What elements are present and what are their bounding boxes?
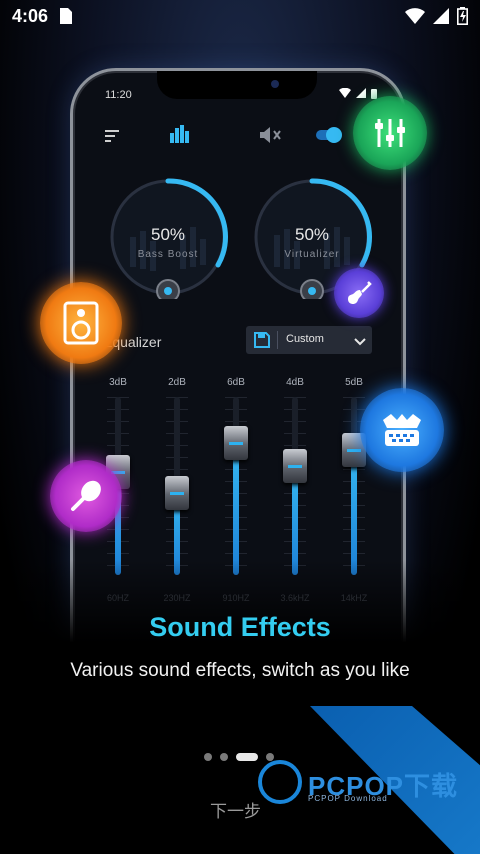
eq-band-fill <box>351 450 357 575</box>
phone-notch <box>157 71 317 99</box>
eq-band-track[interactable] <box>224 397 248 575</box>
battery-icon <box>457 7 468 30</box>
equalizer-icon <box>353 96 427 170</box>
wifi-icon <box>405 8 425 29</box>
sim-card-icon <box>60 8 72 29</box>
page-dot[interactable] <box>220 753 228 761</box>
eq-band-thumb[interactable] <box>165 476 189 510</box>
next-button[interactable]: 下一步 <box>210 797 261 822</box>
virtualizer-value: 50% <box>294 225 330 244</box>
eq-band-db: 4dB <box>286 377 304 388</box>
watermark-logo <box>258 760 302 804</box>
eq-band-db: 5dB <box>345 377 363 388</box>
eq-band-db: 6dB <box>227 377 245 388</box>
phone-status-icons <box>339 88 377 99</box>
save-icon[interactable] <box>254 332 270 353</box>
speaker-icon <box>40 282 122 364</box>
menu-icon[interactable] <box>105 129 119 147</box>
eq-band-track[interactable] <box>283 397 307 575</box>
preset-dropdown[interactable]: Custom <box>246 326 372 354</box>
eq-band-thumb[interactable] <box>224 426 248 460</box>
page-indicator <box>204 753 274 761</box>
preset-divider <box>277 331 278 349</box>
equalizer-tab-icon[interactable] <box>170 125 190 148</box>
page-dot[interactable] <box>266 753 274 761</box>
page-dot[interactable] <box>236 753 258 761</box>
bass-boost-knob[interactable]: 50% Bass Boost <box>106 175 230 303</box>
guitar-icon <box>334 268 384 318</box>
app-toolbar <box>103 123 373 151</box>
chevron-down-icon <box>354 334 366 352</box>
virtualizer-label: Virtualizer <box>284 249 340 260</box>
page-dot[interactable] <box>204 753 212 761</box>
eq-band-db: 2dB <box>168 377 186 388</box>
status-time: 4:06 <box>12 6 49 26</box>
preset-value: Custom <box>286 333 324 345</box>
bass-boost-value: 50% <box>150 225 186 244</box>
speaker-mute-icon[interactable] <box>260 127 282 148</box>
accordion-icon <box>360 388 444 472</box>
eq-band-thumb[interactable] <box>283 449 307 483</box>
eq-band-fill <box>233 443 239 575</box>
onboarding-title: Sound Effects <box>149 612 331 642</box>
bass-boost-label: Bass Boost <box>137 249 199 260</box>
eq-band-track[interactable] <box>165 397 189 575</box>
maracas-icon <box>50 460 122 532</box>
onboarding-subtitle: Various sound effects, switch as you lik… <box>70 660 410 681</box>
status-bar: 4:06 <box>0 0 480 34</box>
watermark-subtitle: PCPOP Download <box>308 794 388 803</box>
power-toggle[interactable] <box>316 127 342 148</box>
eq-band-db: 3dB <box>109 377 127 388</box>
eq-band-track[interactable] <box>342 397 366 575</box>
phone-camera <box>271 80 279 88</box>
cell-signal-icon <box>433 8 449 29</box>
phone-time: 11:20 <box>105 89 132 101</box>
